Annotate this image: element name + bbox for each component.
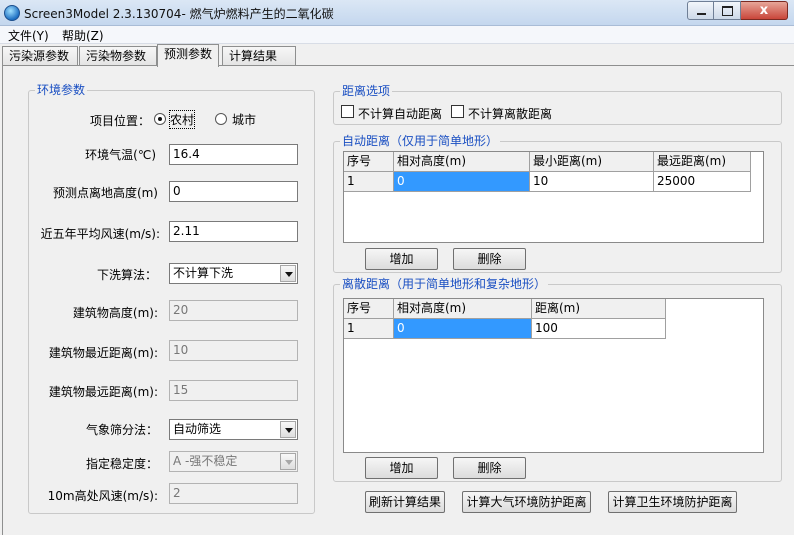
discrete-distance-title: 离散距离（用于简单地形和复杂地形） — [340, 277, 549, 291]
chevron-down-icon — [280, 453, 296, 470]
no-discrete-distance-label[interactable]: 不计算离散距离 — [468, 105, 552, 122]
maximize-button[interactable] — [714, 1, 741, 20]
column-header: 序号 — [344, 299, 394, 319]
window-title: Screen3Model 2.3.130704- 燃气炉燃料产生的二氧化碳 — [24, 7, 334, 21]
downwash-value: 不计算下洗 — [173, 266, 234, 280]
tab-pollutant-params[interactable]: 污染物参数 — [79, 46, 157, 66]
tab-strip: 污染源参数 污染物参数 预测参数 计算结果 — [0, 44, 794, 67]
menu-bar: 文件(Y) 帮助(Z) — [0, 26, 794, 44]
auto-distance-title: 自动距离（仅用于简单地形） — [340, 134, 501, 148]
discrete-distance-table[interactable]: 序号 相对高度(m) 距离(m) 1 0 100 — [343, 298, 764, 453]
stability-select: A -强不稳定 — [169, 451, 298, 472]
radio-urban[interactable] — [215, 113, 227, 125]
wind-input[interactable]: 2.11 — [169, 221, 298, 242]
building-height-label: 建筑物高度(m): — [72, 306, 158, 320]
column-header: 最远距离(m) — [654, 152, 751, 172]
app-icon — [4, 5, 20, 21]
column-header: 最小距离(m) — [530, 152, 654, 172]
no-discrete-distance-checkbox[interactable] — [451, 105, 464, 118]
tab-prediction-params[interactable]: 预测参数 — [157, 44, 219, 67]
distance-options-title: 距离选项 — [340, 84, 393, 98]
table-cell[interactable]: 0 — [394, 172, 530, 192]
building-min-dist-label: 建筑物最近距离(m): — [48, 346, 158, 360]
wind10-input: 2 — [169, 483, 298, 504]
chevron-down-icon[interactable] — [280, 265, 296, 282]
close-icon: x — [759, 3, 769, 18]
downwash-select[interactable]: 不计算下洗 — [169, 263, 298, 284]
radio-rural[interactable] — [154, 113, 166, 125]
table-cell[interactable]: 100 — [532, 319, 666, 339]
column-header: 序号 — [344, 152, 394, 172]
auto-add-button[interactable]: 增加 — [365, 248, 438, 270]
wind-label: 近五年平均风速(m/s): — [40, 227, 160, 241]
column-header: 相对高度(m) — [394, 152, 530, 172]
calc-health-distance-button[interactable]: 计算卫生环境防护距离 — [608, 491, 737, 513]
refresh-results-button[interactable]: 刷新计算结果 — [365, 491, 445, 513]
column-header: 距离(m) — [532, 299, 666, 319]
radio-rural-label[interactable]: 农村 — [168, 110, 196, 129]
met-screening-select[interactable]: 自动筛选 — [169, 419, 298, 440]
chevron-down-icon[interactable] — [280, 421, 296, 438]
temp-label: 环境气温(℃) — [85, 148, 156, 162]
table-cell[interactable]: 1 — [344, 319, 394, 339]
title-bar: Screen3Model 2.3.130704- 燃气炉燃料产生的二氧化碳 x — [0, 0, 794, 26]
no-auto-distance-checkbox[interactable] — [341, 105, 354, 118]
downwash-label: 下洗算法： — [96, 268, 157, 282]
tab-source-params[interactable]: 污染源参数 — [2, 46, 78, 66]
radio-urban-label[interactable]: 城市 — [232, 111, 256, 128]
auto-distance-table[interactable]: 序号 相对高度(m) 最小距离(m) 最远距离(m) 1 0 10 25000 — [343, 151, 764, 243]
minimize-button[interactable] — [687, 1, 714, 20]
table-cell[interactable]: 10 — [530, 172, 654, 192]
menu-file[interactable]: 文件(Y) — [8, 27, 49, 44]
met-screening-label: 气象筛分法： — [85, 423, 158, 437]
discrete-add-button[interactable]: 增加 — [365, 457, 438, 479]
no-auto-distance-label[interactable]: 不计算自动距离 — [358, 105, 442, 122]
table-cell[interactable]: 25000 — [654, 172, 751, 192]
stability-label: 指定稳定度： — [85, 457, 158, 471]
discrete-delete-button[interactable]: 删除 — [453, 457, 526, 479]
building-height-input: 20 — [169, 300, 298, 321]
column-header: 相对高度(m) — [394, 299, 532, 319]
calc-air-distance-button[interactable]: 计算大气环境防护距离 — [462, 491, 591, 513]
stability-value: A -强不稳定 — [173, 454, 238, 468]
env-params-title: 环境参数 — [35, 83, 88, 97]
height-label: 预测点离地高度(m) — [52, 186, 158, 200]
table-cell[interactable]: 1 — [344, 172, 394, 192]
building-max-dist-label: 建筑物最远距离(m): — [48, 385, 158, 399]
tab-results[interactable]: 计算结果 — [222, 46, 296, 66]
table-cell[interactable]: 0 — [394, 319, 532, 339]
met-screening-value: 自动筛选 — [173, 422, 222, 436]
location-label: 项目位置： — [89, 114, 150, 128]
auto-delete-button[interactable]: 删除 — [453, 248, 526, 270]
temp-input[interactable]: 16.4 — [169, 144, 298, 165]
building-min-dist-input: 10 — [169, 340, 298, 361]
building-max-dist-input: 15 — [169, 380, 298, 401]
menu-help[interactable]: 帮助(Z) — [62, 27, 104, 44]
wind10-label: 10m高处风速(m/s): — [47, 489, 158, 503]
height-input[interactable]: 0 — [169, 181, 298, 202]
close-button[interactable]: x — [741, 1, 788, 20]
